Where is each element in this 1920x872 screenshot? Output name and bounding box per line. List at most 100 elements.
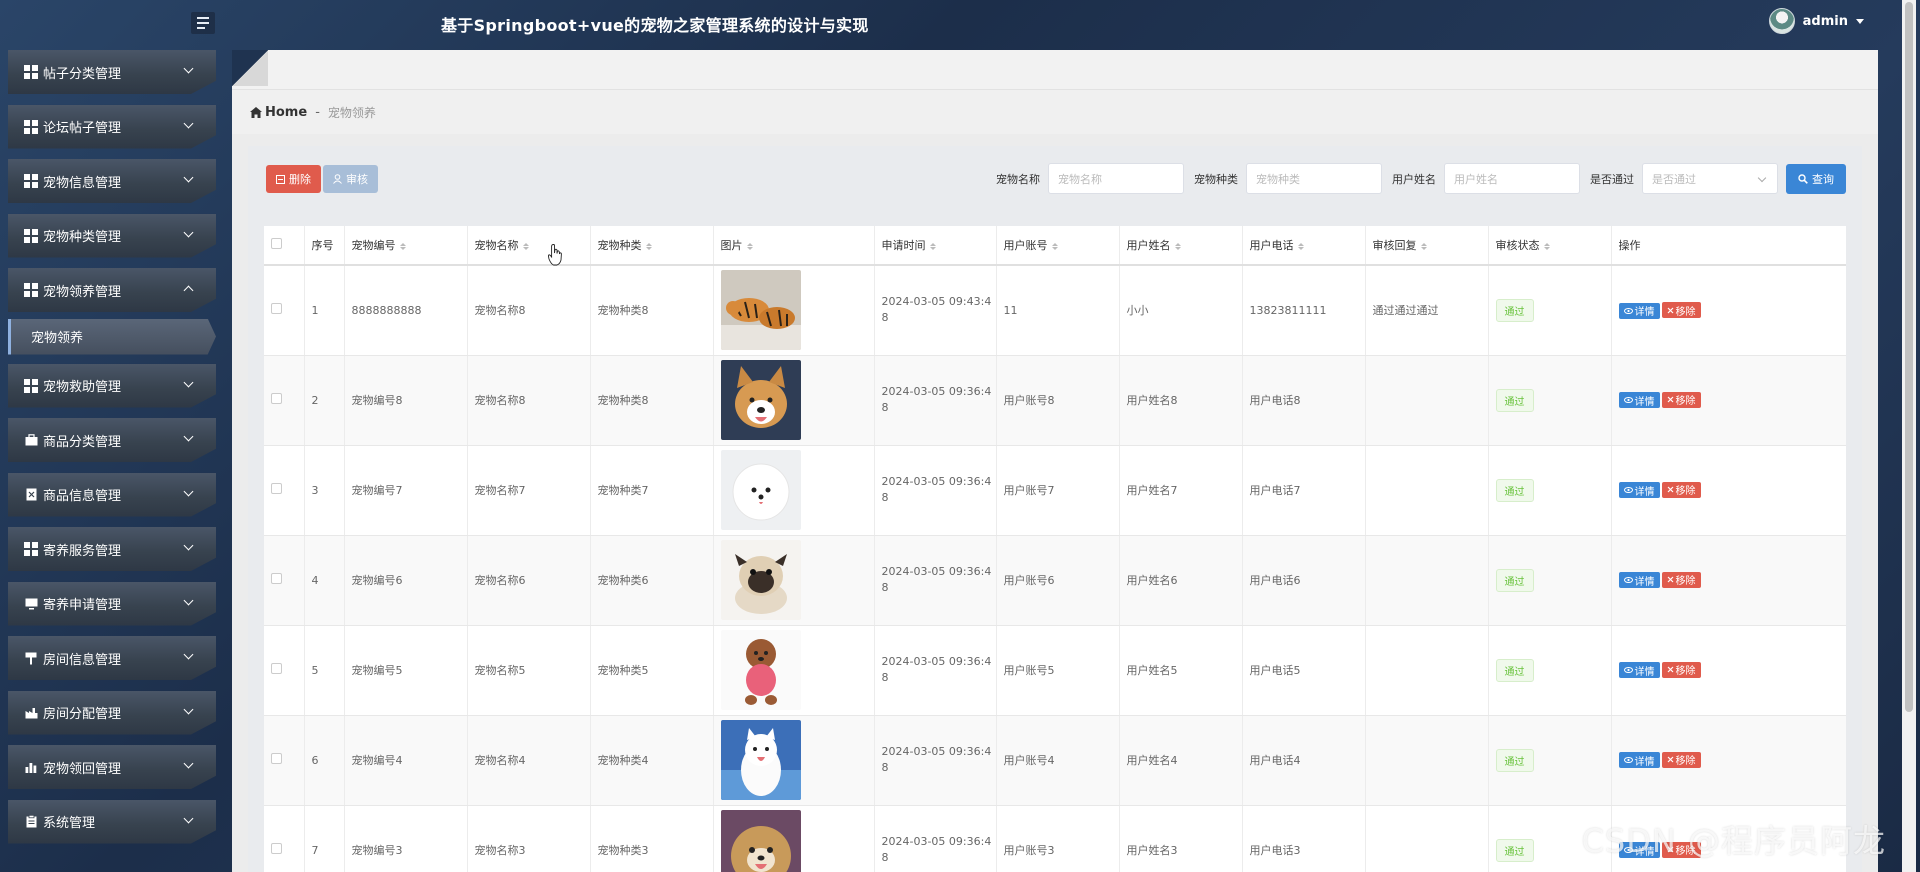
pet-name-input[interactable]: 宠物名称 [1048, 163, 1184, 194]
sidebar-item-6[interactable]: 商品分类管理 [8, 418, 216, 462]
menu-toggle-icon[interactable] [191, 12, 215, 34]
sidebar-item-1[interactable]: 论坛帖子管理 [8, 104, 216, 149]
table-row[interactable]: 3 宠物编号7 宠物名称7 宠物种类7 2024-03-05 09:36:4 8 用户账号7… [264, 445, 1846, 536]
view-details-button[interactable]: 详情 [1618, 662, 1660, 679]
sidebar-item-12[interactable]: 宠物领回管理 [8, 745, 216, 789]
query-button-label: 查询 [1812, 173, 1834, 186]
breadcrumb-home[interactable]: Home [250, 105, 307, 120]
cell-pet-name: 宠物名称8 [467, 265, 591, 356]
pet-image[interactable] [720, 720, 874, 800]
sidebar-item-label: 房间分配管理 [43, 707, 122, 722]
sort-icon[interactable] [522, 242, 529, 250]
row-checkbox[interactable] [271, 303, 282, 315]
cell-pet-type: 宠物种类7 [590, 445, 714, 536]
sort-icon[interactable] [399, 242, 406, 250]
pet-image[interactable] [720, 450, 874, 530]
bar-chart-icon [24, 760, 38, 774]
sort-icon[interactable] [1543, 242, 1550, 250]
view-details-label: 详情 [1634, 486, 1655, 498]
sidebar-item-8[interactable]: 寄养服务管理 [8, 527, 216, 571]
column-header-11: 操作 [1611, 226, 1846, 266]
scrollbar-thumb[interactable] [1905, 2, 1913, 712]
column-header-3[interactable]: 宠物种类 [590, 226, 714, 266]
column-header-5[interactable]: 申请时间 [874, 226, 997, 266]
cell-pet-code: 宠物编号4 [344, 715, 468, 806]
table-row[interactable]: 5 宠物编号5 宠物名称5 宠物种类5 2024-03-05 09:36:4 8 用户账号5… [264, 625, 1846, 716]
cell-user-phone: 用户电话3 [1242, 805, 1366, 872]
column-header-1[interactable]: 宠物编号 [344, 226, 468, 266]
pet-image[interactable] [720, 360, 874, 440]
table-row[interactable]: 6 宠物编号4 宠物名称4 宠物种类4 2024-03-05 09:36:4 8 用户账号4… [264, 715, 1846, 806]
sort-icon[interactable] [1420, 242, 1427, 250]
remove-button[interactable]: 移除 [1661, 481, 1701, 498]
table-row[interactable]: 1 8888888888 宠物名称8 宠物种类8 2024-03-05 09:43:4 8… [264, 265, 1846, 356]
remove-button[interactable]: 移除 [1661, 302, 1701, 318]
sidebar-item-9[interactable]: 寄养申请管理 [8, 581, 216, 626]
column-header-9[interactable]: 审核回复 [1365, 226, 1489, 266]
remove-button[interactable]: 移除 [1661, 391, 1701, 408]
column-header-label: 审核回复 [1372, 239, 1417, 252]
column-header-4[interactable]: 图片 [713, 226, 875, 266]
sidebar-subitem-pet-adoption[interactable]: 宠物领养 [8, 318, 216, 355]
row-checkbox[interactable] [271, 843, 282, 854]
pet-type-input[interactable]: 宠物种类 [1246, 163, 1382, 194]
sidebar-item-13[interactable]: 系统管理 [8, 799, 216, 844]
table-row[interactable]: 2 宠物编号8 宠物名称8 宠物种类8 2024-03-05 09:36:4 8 用户账号8… [264, 355, 1846, 446]
sidebar-item-10[interactable]: 房间信息管理 [8, 636, 216, 680]
delete-button[interactable]: 删除 [266, 165, 321, 193]
pet-image[interactable] [720, 810, 874, 872]
clipboard-icon [24, 815, 38, 829]
page-scrollbar[interactable] [1902, 0, 1916, 872]
sidebar-item-2[interactable]: 宠物信息管理 [8, 159, 216, 203]
user-menu[interactable]: admin [1768, 8, 1864, 34]
view-details-button[interactable]: 详情 [1618, 392, 1660, 409]
sidebar-item-7[interactable]: 商品信息管理 [8, 472, 216, 517]
cell-actions: 详情 移除 [1611, 445, 1846, 536]
row-checkbox[interactable] [271, 753, 282, 764]
table-row[interactable]: 4 宠物编号6 宠物名称6 宠物种类6 2024-03-05 09:36:4 8 用户账号6… [264, 535, 1846, 626]
sort-icon[interactable] [929, 242, 936, 250]
sidebar-item-5[interactable]: 宠物救助管理 [8, 363, 216, 408]
row-checkbox[interactable] [271, 483, 282, 494]
column-header-6[interactable]: 用户账号 [996, 226, 1120, 266]
remove-button[interactable]: 移除 [1661, 571, 1701, 588]
cell-pet-type: 宠物种类5 [590, 625, 714, 716]
row-checkbox[interactable] [271, 663, 282, 674]
view-details-button[interactable]: 详情 [1618, 752, 1660, 769]
passed-select[interactable]: 是否通过 [1642, 163, 1778, 194]
sort-icon[interactable] [1297, 242, 1304, 250]
column-header-10[interactable]: 审核状态 [1488, 226, 1612, 266]
view-details-button[interactable]: 详情 [1618, 302, 1660, 319]
document-x-icon [24, 488, 38, 502]
select-all-checkbox[interactable] [271, 238, 282, 249]
pet-image[interactable] [720, 270, 874, 351]
view-details-button[interactable]: 详情 [1618, 572, 1660, 589]
audit-button[interactable]: 审核 [323, 165, 378, 193]
sidebar-item-0[interactable]: 帖子分类管理 [8, 50, 216, 94]
user-name-input[interactable]: 用户姓名 [1444, 163, 1580, 194]
view-details-label: 详情 [1634, 307, 1655, 318]
cell-user-phone: 用户电话7 [1242, 445, 1366, 536]
column-header-2[interactable]: 宠物名称 [467, 226, 591, 266]
pet-image[interactable] [720, 630, 874, 710]
sort-icon[interactable] [1174, 242, 1181, 250]
column-header-7[interactable]: 用户姓名 [1119, 226, 1243, 266]
sort-icon[interactable] [746, 242, 753, 250]
row-checkbox[interactable] [271, 573, 282, 584]
sidebar-item-4[interactable]: 宠物领养管理 [8, 268, 216, 312]
sort-icon[interactable] [645, 242, 652, 250]
pet-image[interactable] [720, 540, 874, 620]
cell-audit-reply [1365, 445, 1489, 536]
sidebar-item-3[interactable]: 宠物种类管理 [8, 213, 216, 258]
column-header-8[interactable]: 用户电话 [1242, 226, 1366, 266]
cell-pet-type: 宠物种类6 [590, 535, 714, 626]
sidebar-item-11[interactable]: 房间分配管理 [8, 690, 216, 735]
view-details-button[interactable]: 详情 [1618, 482, 1660, 499]
remove-button[interactable]: 移除 [1661, 751, 1701, 768]
query-button[interactable]: 查询 [1786, 163, 1846, 194]
row-checkbox[interactable] [271, 393, 282, 404]
cell-pet-name: 宠物名称3 [467, 805, 591, 872]
chevron-up-icon [183, 285, 194, 296]
sort-icon[interactable] [1051, 242, 1058, 250]
remove-button[interactable]: 移除 [1661, 661, 1701, 678]
